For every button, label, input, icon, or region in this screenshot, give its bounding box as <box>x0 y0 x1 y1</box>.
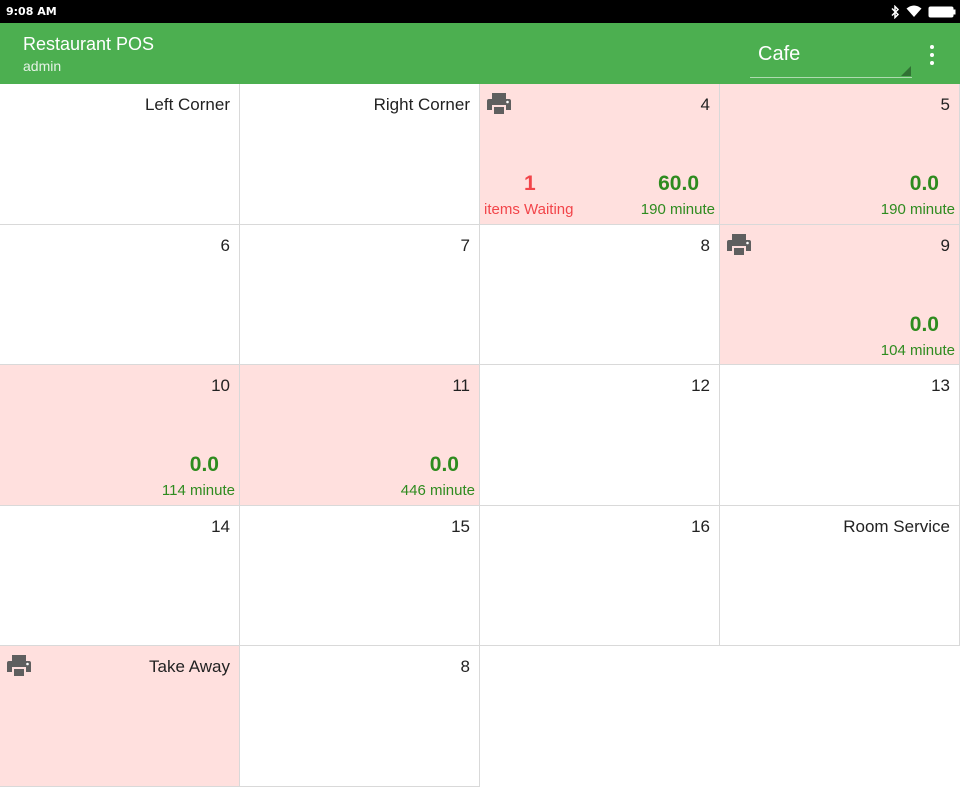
table-tile[interactable]: 13 <box>720 365 960 506</box>
table-tile[interactable]: Right Corner <box>240 84 480 225</box>
table-grid: Left Corner Right Corner 4 60.0 190 minute 1 i… <box>0 84 960 787</box>
printer-icon[interactable] <box>486 92 512 116</box>
table-tile[interactable]: 11 0.0 446 minute <box>240 365 480 506</box>
overflow-menu-icon[interactable] <box>921 41 943 67</box>
table-name: 15 <box>451 516 470 536</box>
app-subtitle: admin <box>23 58 62 74</box>
area-selector[interactable]: Cafe <box>750 33 912 78</box>
table-name: Room Service <box>843 516 950 536</box>
area-selector-value: Cafe <box>758 43 801 65</box>
table-name: Take Away <box>149 657 230 676</box>
table-tile[interactable]: 15 <box>240 505 480 646</box>
table-name: 5 <box>940 95 950 114</box>
table-elapsed-time: 190 minute <box>880 201 955 218</box>
table-tile[interactable]: 12 <box>480 365 720 506</box>
status-bar: 9:08 AM <box>0 0 960 23</box>
table-name: 12 <box>691 376 710 395</box>
printer-icon[interactable] <box>6 654 32 678</box>
table-name: 13 <box>931 376 950 395</box>
waiting-items-label: items Waiting <box>484 201 574 218</box>
table-name: 11 <box>452 376 470 395</box>
table-tile[interactable]: 10 0.0 114 minute <box>0 365 240 506</box>
table-name: Left Corner <box>144 95 230 114</box>
table-amount: 0.0 <box>909 312 939 336</box>
table-amount: 0.0 <box>909 172 939 195</box>
battery-icon <box>928 6 956 17</box>
table-elapsed-time: 114 minute <box>161 482 235 499</box>
table-name: 4 <box>700 95 710 114</box>
dropdown-caret-icon <box>901 66 911 76</box>
table-tile[interactable]: Room Service <box>720 505 960 646</box>
table-tile[interactable]: 7 <box>240 224 480 365</box>
table-tile[interactable]: 9 0.0 104 minute <box>720 224 960 365</box>
table-tile[interactable]: Left Corner <box>0 84 240 225</box>
table-amount: 0.0 <box>429 453 459 476</box>
table-tile[interactable]: 5 0.0 190 minute <box>720 84 960 225</box>
table-elapsed-time: 104 minute <box>880 341 955 359</box>
table-amount: 0.0 <box>189 453 219 476</box>
table-name: 8 <box>700 235 710 255</box>
table-name: 16 <box>691 516 710 536</box>
printer-icon[interactable] <box>726 233 752 257</box>
app-bar: Restaurant POS admin Cafe <box>0 23 960 84</box>
table-elapsed-time: 446 minute <box>400 482 475 499</box>
table-name: 8 <box>460 657 470 676</box>
table-tile[interactable]: 8 <box>240 646 480 787</box>
table-tile[interactable]: 14 <box>0 505 240 646</box>
table-name: 6 <box>220 235 230 255</box>
table-tile[interactable]: 4 60.0 190 minute 1 items Waiting <box>480 84 720 225</box>
table-tile[interactable]: 16 <box>480 505 720 646</box>
table-tile[interactable]: Take Away <box>0 646 240 787</box>
waiting-items-count: 1 <box>524 172 536 195</box>
table-name: 10 <box>211 376 230 395</box>
table-name: 7 <box>460 235 470 255</box>
table-tile[interactable]: 6 <box>0 224 240 365</box>
table-amount: 60.0 <box>658 172 699 195</box>
table-name: 9 <box>940 235 950 255</box>
wifi-icon <box>906 5 922 17</box>
table-name: Right Corner <box>373 95 470 114</box>
bluetooth-icon <box>891 4 900 19</box>
table-tile[interactable]: 8 <box>480 224 720 365</box>
status-time: 9:08 AM <box>6 5 57 18</box>
app-title: Restaurant POS <box>23 34 155 54</box>
table-name: 14 <box>211 516 230 536</box>
status-icons <box>890 4 956 19</box>
table-elapsed-time: 190 minute <box>640 201 715 218</box>
